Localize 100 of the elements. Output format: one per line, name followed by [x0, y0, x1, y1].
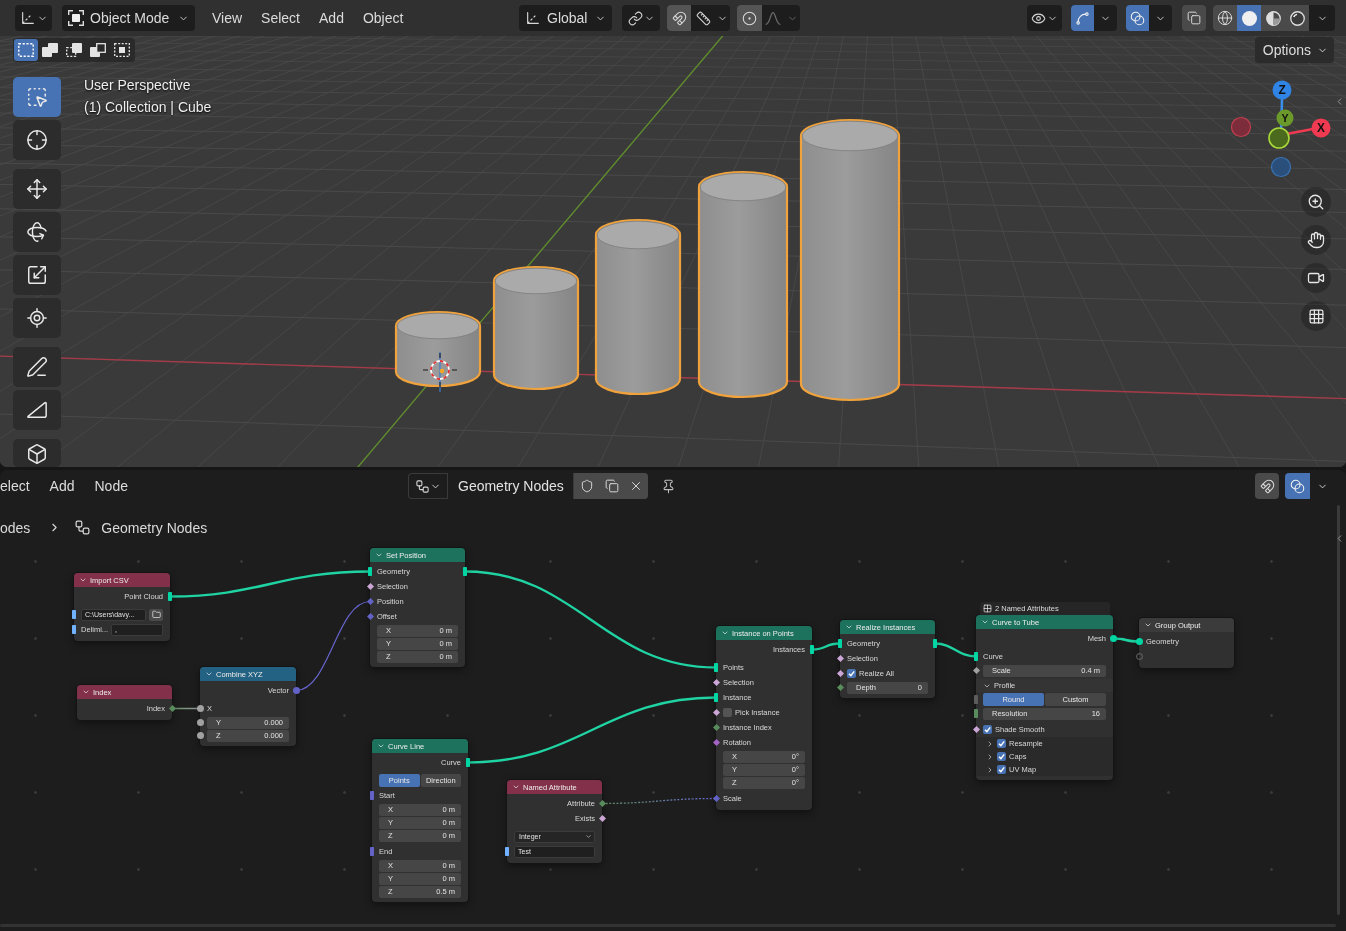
chevron-down-icon[interactable]: [981, 618, 989, 626]
menu-item[interactable]: Object: [362, 6, 404, 30]
camera-view-button[interactable]: [1301, 263, 1331, 293]
socket-diamond-icon[interactable]: [599, 800, 606, 807]
chevron-down-icon[interactable]: [512, 783, 520, 791]
chevron-down-icon[interactable]: [375, 551, 383, 559]
viewport-info-text: (1) Collection | Cube: [84, 99, 212, 116]
workflow-icon: [414, 478, 430, 494]
socket-dot-icon[interactable]: [197, 705, 204, 712]
socket-diamond-icon[interactable]: [973, 667, 980, 674]
xray-toggle[interactable]: [1182, 5, 1206, 31]
menu-item[interactable]: Add: [49, 474, 75, 498]
axis-handle[interactable]: Z: [1272, 80, 1292, 100]
close-button[interactable]: [624, 473, 648, 499]
node-group-name-field[interactable]: Geometry Nodes: [447, 473, 574, 499]
mode-dropdown[interactable]: Object Mode: [62, 5, 195, 31]
overlays-toggle[interactable]: [1285, 473, 1310, 499]
magnet-icon: [1259, 478, 1275, 494]
zoom-in-icon: [1307, 193, 1325, 211]
socket-diamond-icon[interactable]: [837, 670, 844, 677]
socket-diamond-icon[interactable]: [837, 684, 844, 691]
checkbox[interactable]: [847, 669, 856, 678]
socket-dot-icon[interactable]: [197, 719, 204, 726]
snap-toggle[interactable]: [1255, 473, 1279, 499]
socket-dot-icon[interactable]: [1110, 635, 1117, 642]
dotted-square-icon: [114, 43, 130, 57]
breadcrumb-item[interactable]: Geometry Nodes: [101, 519, 208, 536]
visibility-dropdown[interactable]: [1027, 5, 1062, 31]
socket-diamond-icon[interactable]: [367, 583, 374, 590]
chevron-down-icon[interactable]: [377, 742, 385, 750]
bell-curve-icon: [765, 11, 781, 25]
axis-handle[interactable]: [1270, 156, 1292, 178]
copy-icon: [604, 479, 619, 493]
pan-button[interactable]: [1301, 225, 1331, 255]
overlays-toggle[interactable]: [1126, 5, 1149, 31]
socket-dot-icon[interactable]: [1136, 638, 1143, 645]
tool-button[interactable]: [13, 255, 61, 295]
folder-icon: [151, 610, 161, 619]
socket-diamond-icon[interactable]: [367, 598, 374, 605]
chevron-down-icon[interactable]: [82, 688, 90, 696]
socket-dot-icon[interactable]: [197, 732, 204, 739]
editor-type-button[interactable]: [15, 5, 52, 31]
socket-diamond-icon[interactable]: [169, 705, 176, 712]
menu-item[interactable]: Node: [94, 474, 128, 498]
menu-item[interactable]: elect: [0, 474, 30, 498]
menu-item[interactable]: View: [212, 6, 243, 30]
tool-button[interactable]: [13, 439, 61, 467]
overlapping-circles-icon: [1130, 10, 1145, 26]
menu-item[interactable]: Select: [261, 6, 300, 30]
chevron-down-icon[interactable]: [721, 629, 729, 637]
socket-diamond-icon[interactable]: [713, 724, 720, 731]
socket-diamond-icon[interactable]: [599, 815, 606, 822]
socket-dot-icon[interactable]: [293, 687, 300, 694]
shading-mode-button[interactable]: [1285, 5, 1309, 31]
shading-mode-button[interactable]: [1237, 5, 1261, 31]
options-dropdown[interactable]: Options: [1254, 37, 1334, 63]
gizmo-toggle[interactable]: [1071, 5, 1094, 31]
socket-diamond-icon[interactable]: [973, 726, 980, 733]
axis-handle[interactable]: [1230, 116, 1252, 138]
axis-handle[interactable]: X: [1311, 118, 1331, 138]
orientation-dropdown[interactable]: Global: [519, 5, 612, 31]
tool-button[interactable]: [13, 347, 61, 387]
checkbox[interactable]: [983, 725, 992, 734]
checkbox[interactable]: [997, 752, 1006, 761]
tool-button[interactable]: [13, 298, 61, 338]
socket-diamond-icon[interactable]: [713, 679, 720, 686]
checkbox[interactable]: [997, 739, 1006, 748]
shading-mode-button[interactable]: [1213, 5, 1237, 31]
socket-diamond-icon[interactable]: [713, 709, 720, 716]
proportional-editing-toggle[interactable]: [737, 5, 762, 31]
fake-user-button[interactable]: [574, 473, 599, 499]
checkbox[interactable]: [997, 765, 1006, 774]
socket-diamond-icon[interactable]: [837, 655, 844, 662]
chevron-down-icon[interactable]: [205, 670, 213, 678]
select-mode-button[interactable]: [14, 39, 38, 61]
socket-diamond-icon[interactable]: [367, 613, 374, 620]
chevron-down-icon[interactable]: [79, 576, 87, 584]
shield-icon: [579, 479, 594, 493]
axis-handle[interactable]: Y: [1276, 109, 1294, 127]
half-filled-circle-icon: [1265, 10, 1281, 26]
socket-diamond-icon[interactable]: [713, 795, 720, 802]
menu-item[interactable]: Add: [319, 6, 344, 30]
pivot-dropdown[interactable]: [622, 5, 660, 31]
tool-button[interactable]: [13, 169, 61, 209]
zoom-button[interactable]: [1301, 187, 1331, 217]
chevron-down-icon[interactable]: [1144, 621, 1152, 629]
socket-diamond-icon[interactable]: [713, 739, 720, 746]
connection-wire: [934, 642, 977, 658]
tool-button[interactable]: [13, 212, 61, 252]
axis-lines: [1279, 98, 1314, 137]
checkbox[interactable]: [723, 708, 732, 717]
snap-toggle[interactable]: [667, 5, 691, 31]
folder-button[interactable]: [149, 608, 163, 621]
chevron-down-icon[interactable]: [845, 623, 853, 631]
socket-ring-icon[interactable]: [1136, 653, 1143, 660]
shading-mode-button[interactable]: [1261, 5, 1285, 31]
breadcrumb-item[interactable]: odes: [0, 519, 31, 536]
projection-toggle[interactable]: [1301, 301, 1331, 331]
tool-button[interactable]: [13, 390, 61, 430]
tool-button[interactable]: [13, 120, 61, 160]
